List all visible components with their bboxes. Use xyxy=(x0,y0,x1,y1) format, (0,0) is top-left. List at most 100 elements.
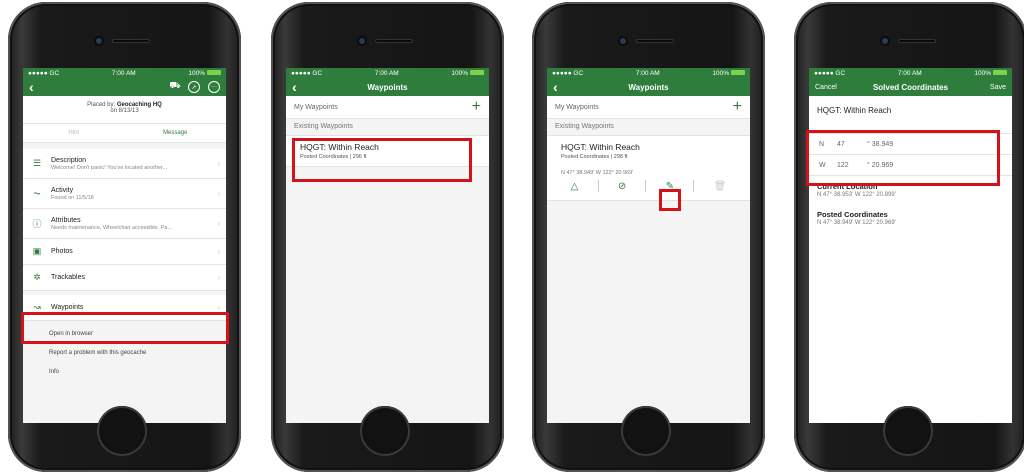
highlight-waypoint-item xyxy=(292,138,472,182)
menu-row-attributes[interactable]: ⓘ Attributes Needs maintenance, Wheelchair… xyxy=(23,209,226,239)
menu-row-activity[interactable]: ⏦ Activity Found on 11/5/18 › xyxy=(23,179,226,209)
existing-waypoints-header: Existing Waypoints xyxy=(547,119,750,136)
screen-waypoints: ●●●●● GC 7:00 AM 100% ‹ Waypoints My Way… xyxy=(286,68,489,423)
speaker-grille xyxy=(898,39,936,43)
chevron-right-icon: › xyxy=(217,219,220,228)
menu-row-trackables[interactable]: ✲ Trackables › xyxy=(23,265,226,291)
camera-icon xyxy=(96,38,102,44)
phone-4: ●●●●● GC 7:00 AM 100% Cancel Solved Coor… xyxy=(794,2,1024,472)
row-title: Attributes xyxy=(51,216,81,224)
add-waypoint-icon[interactable]: + xyxy=(733,98,742,116)
screen-waypoints-expanded: ●●●●● GC 7:00 AM 100% ‹ Waypoints My Way… xyxy=(547,68,750,423)
compass-icon[interactable]: ➚ xyxy=(188,81,200,93)
phone-3: ●●●●● GC 7:00 AM 100% ‹ Waypoints My Way… xyxy=(532,2,765,472)
car-icon[interactable]: ⛟ xyxy=(169,80,180,91)
check-icon[interactable]: ⊘ xyxy=(618,181,626,192)
tab-message[interactable]: Message xyxy=(125,124,227,142)
chevron-right-icon: › xyxy=(217,273,220,282)
battery: 100% xyxy=(712,70,745,77)
page-title: Waypoints xyxy=(367,82,408,92)
battery: 100% xyxy=(188,70,221,77)
highlight-coordinates-form xyxy=(806,130,1000,186)
home-button[interactable] xyxy=(360,406,410,456)
posted-coordinates-label: Posted Coordinates xyxy=(817,210,888,219)
battery: 100% xyxy=(451,70,484,77)
page-title: Waypoints xyxy=(628,82,669,92)
back-icon[interactable]: ‹ xyxy=(29,79,34,95)
home-button[interactable] xyxy=(883,406,933,456)
info-item[interactable]: Info xyxy=(23,363,226,382)
row-subtitle: Needs maintenance, Wheelchair accessible… xyxy=(51,224,173,231)
status-bar: ●●●●● GC 7:00 AM 100% xyxy=(547,68,750,78)
nav-bar: ‹ ⛟ ➚ ··· xyxy=(23,78,226,96)
highlight-edit-icon xyxy=(659,189,681,211)
camera-icon xyxy=(620,38,626,44)
chevron-right-icon: › xyxy=(217,159,220,168)
save-button[interactable]: Save xyxy=(990,84,1006,91)
divider xyxy=(693,180,695,192)
divider xyxy=(645,180,647,192)
home-button[interactable] xyxy=(97,406,147,456)
row-title: Waypoints xyxy=(51,304,84,311)
battery: 100% xyxy=(974,70,1007,77)
add-waypoint-icon[interactable]: + xyxy=(472,98,481,116)
carrier: ●●●●● GC xyxy=(552,69,584,77)
carrier: ●●●●● GC xyxy=(814,69,846,77)
carrier: ●●●●● GC xyxy=(291,69,323,77)
home-button[interactable] xyxy=(621,406,671,456)
trash-icon[interactable]: 🗑 xyxy=(714,181,727,192)
more-icon[interactable]: ··· xyxy=(208,81,220,93)
row-title: Trackables xyxy=(51,274,85,281)
navigate-icon[interactable]: △ xyxy=(571,181,579,192)
highlight-waypoints xyxy=(21,312,229,344)
activity-icon: ⏦ xyxy=(33,188,41,198)
current-location-value: N 47° 38.953' W 122° 20.899' xyxy=(817,192,896,198)
clock: 7:00 AM xyxy=(111,69,136,77)
placed-by: Placed by: Geocaching HQ on 8/13/13 xyxy=(23,96,226,124)
speaker-grille xyxy=(112,39,150,43)
existing-waypoints-header: Existing Waypoints xyxy=(286,119,489,136)
row-subtitle: Found on 11/5/18 xyxy=(51,194,94,201)
chevron-right-icon: › xyxy=(217,303,220,312)
waypoint-details: Posted Coordinates | 298 ft xyxy=(561,154,628,160)
tab-hint[interactable]: Hint xyxy=(23,124,125,142)
report-problem-item[interactable]: Report a problem with this geocache xyxy=(23,344,226,363)
clock: 7:00 AM xyxy=(635,69,660,77)
menu-row-description[interactable]: ☰ Description Welcome! Don't panic! You've… xyxy=(23,149,226,179)
screen-solved-coordinates: ●●●●● GC 7:00 AM 100% Cancel Solved Coor… xyxy=(809,68,1012,423)
hint-message-tabs: Hint Message xyxy=(23,124,226,143)
status-bar: ●●●●● GC 7:00 AM 100% xyxy=(286,68,489,78)
waypoint-item[interactable]: HQGT: Within Reach Posted Coordinates | … xyxy=(547,136,750,201)
my-waypoints-label: My Waypoints xyxy=(555,103,599,111)
my-waypoints-row: My Waypoints + xyxy=(547,96,750,119)
row-subtitle: Welcome! Don't panic! You've located ano… xyxy=(51,164,168,171)
screen-cache-details: ●●●●● GC 7:00 AM 100% ‹ ⛟ ➚ ··· Placed b… xyxy=(23,68,226,423)
photos-icon: ▣ xyxy=(32,246,42,256)
waypoint-name: HQGT: Within Reach xyxy=(561,142,640,152)
waypoint-actions: △ ⊘ ✎ 🗑 xyxy=(561,176,736,196)
speaker-grille xyxy=(636,39,674,43)
my-waypoints-row: My Waypoints + xyxy=(286,96,489,119)
clock: 7:00 AM xyxy=(374,69,399,77)
nav-bar: Cancel Solved Coordinates Save xyxy=(809,78,1012,96)
phone-1: ●●●●● GC 7:00 AM 100% ‹ ⛟ ➚ ··· Placed b… xyxy=(8,2,241,472)
camera-icon xyxy=(882,38,888,44)
attributes-icon: ⓘ xyxy=(32,219,42,229)
my-waypoints-label: My Waypoints xyxy=(294,103,338,111)
carrier: ●●●●● GC xyxy=(28,69,60,77)
cache-name: HQGT: Within Reach xyxy=(817,106,892,115)
chevron-right-icon: › xyxy=(217,247,220,256)
page-title: Solved Coordinates xyxy=(872,82,949,92)
description-icon: ☰ xyxy=(32,158,42,168)
clock: 7:00 AM xyxy=(897,69,922,77)
divider xyxy=(597,180,599,192)
row-title: Activity xyxy=(51,186,74,194)
row-title: Photos xyxy=(51,248,73,255)
nav-bar: ‹ Waypoints xyxy=(286,78,489,96)
trackables-icon: ✲ xyxy=(33,272,41,282)
camera-icon xyxy=(359,38,365,44)
phone-2: ●●●●● GC 7:00 AM 100% ‹ Waypoints My Way… xyxy=(271,2,504,472)
row-title: Description xyxy=(51,156,87,164)
status-bar: ●●●●● GC 7:00 AM 100% xyxy=(23,68,226,78)
menu-row-photos[interactable]: ▣ Photos › xyxy=(23,239,226,265)
